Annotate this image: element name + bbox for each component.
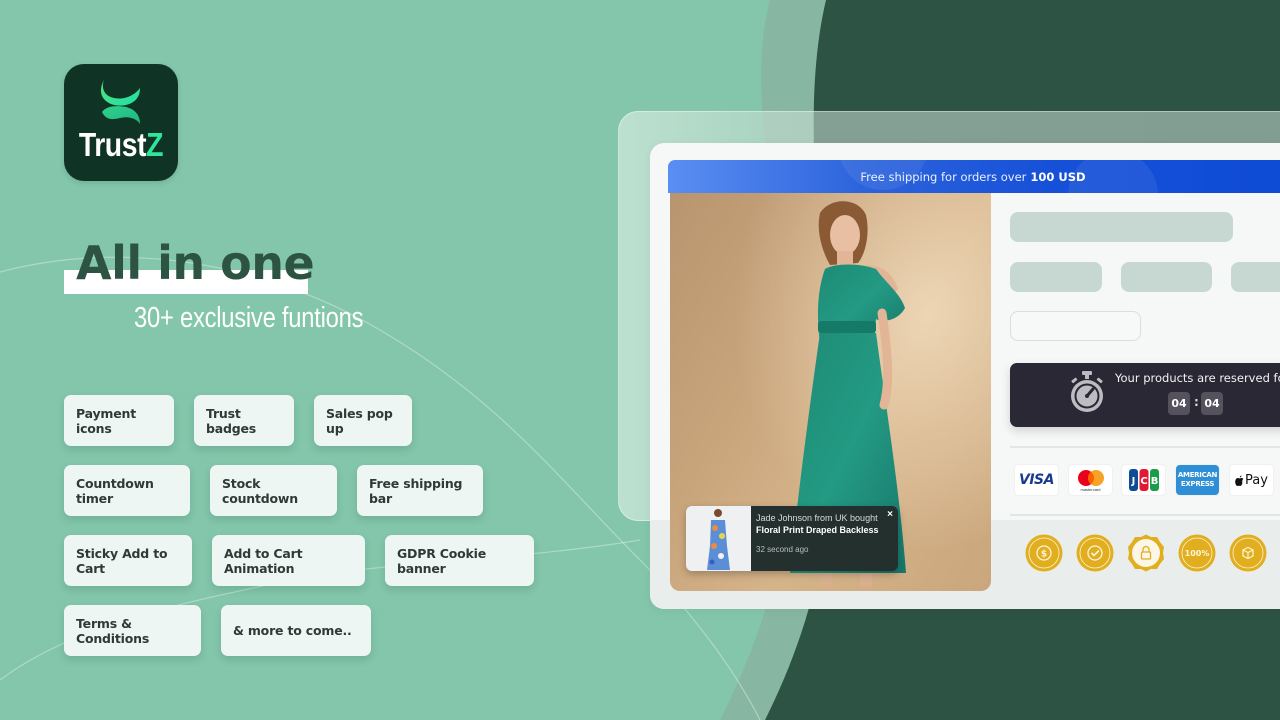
svg-text:100%: 100% <box>1185 549 1210 558</box>
popup-customer-line: Jade Johnson from UK bought <box>756 513 878 523</box>
feature-chip-free-shipping-bar[interactable]: Free shipping bar <box>357 465 483 516</box>
feature-chip-add-to-cart-animation[interactable]: Add to Cart Animation <box>212 535 365 586</box>
variant-option-placeholder-2[interactable] <box>1121 262 1212 292</box>
divider-top <box>1010 446 1280 448</box>
feature-chip-terms-conditions[interactable]: Terms & Conditions <box>64 605 201 656</box>
free-shipping-bar: Free shipping for orders over 100 USD <box>668 160 1280 193</box>
amex-icon: AMERICAN EXPRESS <box>1176 465 1219 495</box>
divider-bottom <box>1010 514 1280 516</box>
apple-pay-icon: Pay <box>1230 465 1273 495</box>
feature-chip-sales-pop-up[interactable]: Sales pop up <box>314 395 412 446</box>
sales-popup[interactable]: Jade Johnson from UK bought Floral Print… <box>686 506 898 571</box>
free-returns-badge-icon <box>1229 534 1267 572</box>
jcb-icon: J C B <box>1122 465 1165 495</box>
amex-label: AMERICAN EXPRESS <box>1177 471 1218 488</box>
countdown-message: Your products are reserved for <box>1115 371 1280 385</box>
logo-wordmark: TrustZ <box>78 126 164 164</box>
logo-mark-icon <box>100 80 140 124</box>
mastercard-label: mastercard <box>1080 486 1101 492</box>
jcb-logo-icon: J C B <box>1128 469 1159 491</box>
feature-chip-payment-icons[interactable]: Payment icons <box>64 395 174 446</box>
svg-text:J: J <box>1130 476 1135 487</box>
apple-logo-icon <box>1235 475 1244 486</box>
logo-text-main: Trust <box>78 126 147 163</box>
popup-product-thumbnail <box>686 506 751 571</box>
mastercard-circles-icon <box>1077 469 1104 486</box>
apple-pay-label: Pay <box>1245 472 1268 488</box>
popup-time-ago: 32 second ago <box>756 545 809 554</box>
countdown-seconds: 04 <box>1201 392 1223 415</box>
trustz-logo: TrustZ <box>64 64 178 181</box>
countdown-separator: : <box>1194 395 1199 409</box>
svg-text:C: C <box>1140 476 1147 487</box>
variant-option-placeholder-3[interactable] <box>1231 262 1280 292</box>
secure-checkout-badge-icon <box>1128 534 1164 572</box>
popup-product-name: Floral Print Draped Backless <box>756 525 879 535</box>
product-title-placeholder <box>1010 212 1233 242</box>
visa-icon: VISA <box>1015 465 1058 495</box>
cart-countdown-timer: Your products are reserved for 04 : 04 <box>1010 363 1280 427</box>
feature-chip-trust-badges[interactable]: Trust badges <box>194 395 294 446</box>
satisfaction-guarantee-badge-icon <box>1076 534 1114 572</box>
quantity-input-placeholder[interactable] <box>1010 311 1141 341</box>
svg-text:$: $ <box>1041 550 1047 560</box>
popup-content: Jade Johnson from UK bought Floral Print… <box>751 506 898 571</box>
variant-option-placeholder-1[interactable] <box>1010 262 1102 292</box>
subheadline: 30+ exclusive funtions <box>134 302 364 334</box>
svg-text:B: B <box>1150 476 1158 487</box>
countdown-minutes: 04 <box>1168 392 1190 415</box>
feature-chip-sticky-add-to-cart[interactable]: Sticky Add to Cart <box>64 535 192 586</box>
close-icon[interactable]: × <box>887 509 893 520</box>
feature-chip-countdown-timer[interactable]: Countdown timer <box>64 465 190 516</box>
logo-text-accent: Z <box>146 126 164 163</box>
floral-dress-thumbnail-icon <box>707 509 730 570</box>
headline: All in one <box>76 236 315 290</box>
premium-quality-badge-icon: 100% <box>1178 534 1216 572</box>
feature-chip-gdpr-cookie-banner[interactable]: GDPR Cookie banner <box>385 535 534 586</box>
money-back-guarantee-badge-icon: $ <box>1025 534 1063 572</box>
feature-chip-stock-countdown[interactable]: Stock countdown <box>210 465 337 516</box>
mastercard-icon: mastercard <box>1069 465 1112 495</box>
visa-label: VISA <box>1019 472 1054 488</box>
feature-chip-more-to-come[interactable]: & more to come.. <box>221 605 371 656</box>
stopwatch-icon <box>1071 371 1103 412</box>
